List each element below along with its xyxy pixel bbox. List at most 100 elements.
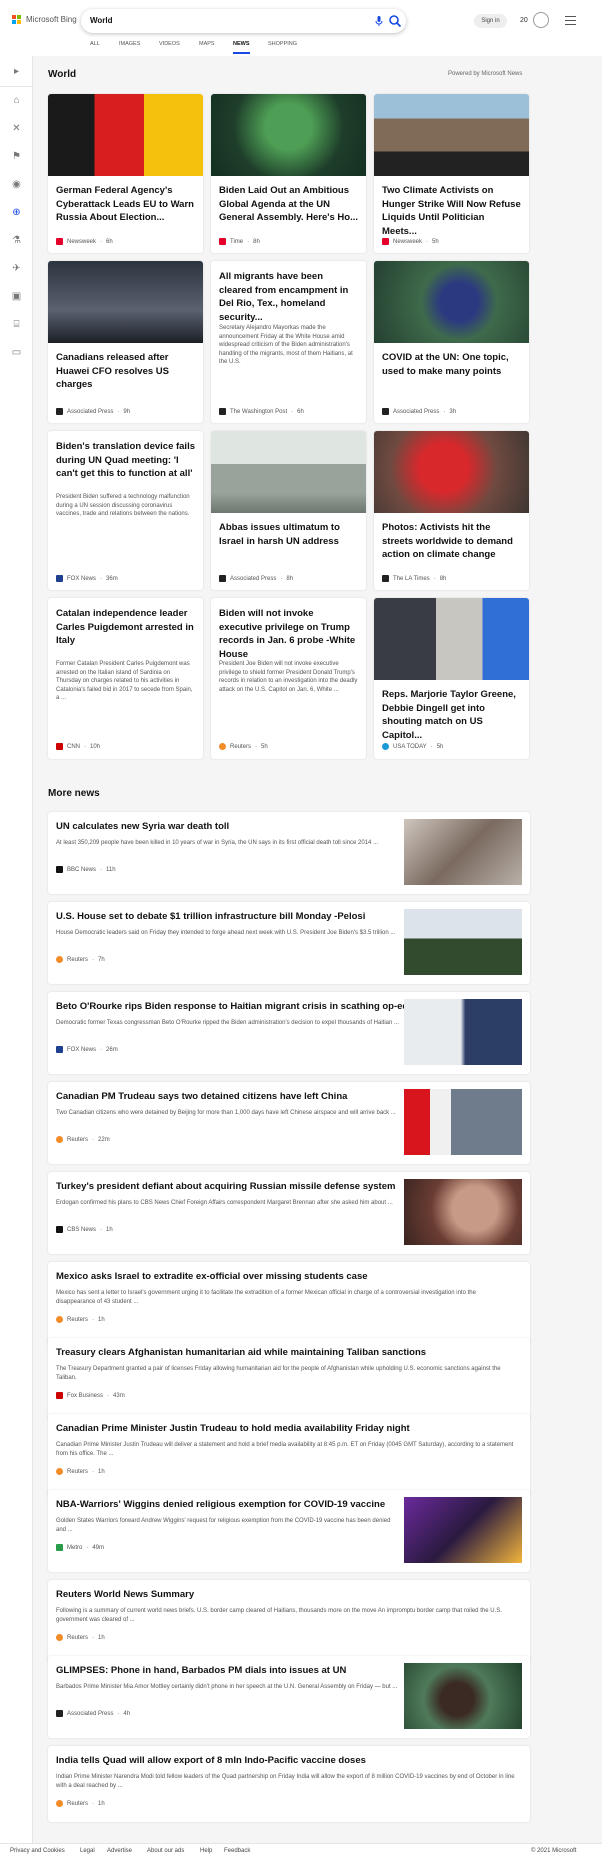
item-title[interactable]: Canadian Prime Minister Justin Trudeau t… — [56, 1423, 446, 1435]
item-thumbnail[interactable] — [404, 909, 522, 975]
more-news-item[interactable]: Beto O'Rourke rips Biden response to Hai… — [48, 992, 530, 1074]
tab-videos[interactable]: VIDEOS — [159, 41, 180, 47]
card-title[interactable]: Biden Laid Out an Ambitious Global Agend… — [219, 184, 358, 225]
card-image — [374, 94, 529, 176]
microphone-icon[interactable] — [373, 15, 385, 27]
item-title[interactable]: U.S. House set to debate $1 trillion inf… — [56, 911, 446, 923]
card-source: Reuters · 5h — [219, 743, 268, 750]
footer-link-feedback[interactable]: Feedback — [224, 1848, 250, 1854]
more-news-item[interactable]: GLIMPSES: Phone in hand, Barbados PM dia… — [48, 1656, 530, 1738]
card-title[interactable]: All migrants have been cleared from enca… — [219, 270, 358, 324]
card-title[interactable]: German Federal Agency's Cyberattack Lead… — [56, 184, 195, 225]
la-times-logo-icon — [382, 575, 389, 582]
item-source: Reuters · 22m — [56, 1136, 110, 1143]
item-title[interactable]: NBA-Warriors' Wiggins denied religious e… — [56, 1499, 446, 1511]
tab-images[interactable]: IMAGES — [119, 41, 140, 47]
powered-by-label[interactable]: Powered by Microsoft News — [448, 71, 522, 77]
item-title[interactable]: Reuters World News Summary — [56, 1589, 446, 1601]
more-news-item[interactable]: Canadian Prime Minister Justin Trudeau t… — [48, 1414, 530, 1496]
rewards-trophy-icon[interactable] — [533, 12, 549, 28]
business-icon[interactable]: ⌸ — [11, 319, 22, 330]
card-title[interactable]: Photos: Activists hit the streets worldw… — [382, 521, 521, 562]
more-news-item[interactable]: Treasury clears Afghanistan humanitarian… — [48, 1338, 530, 1420]
sports-icon[interactable]: ✕ — [11, 123, 22, 134]
rewards-count[interactable]: 20 — [520, 14, 528, 28]
item-title[interactable]: Treasury clears Afghanistan humanitarian… — [56, 1347, 446, 1359]
item-title[interactable]: Beto O'Rourke rips Biden response to Hai… — [56, 1001, 446, 1013]
card-image — [374, 598, 529, 680]
news-card[interactable]: Two Climate Activists on Hunger Strike W… — [374, 94, 529, 253]
item-snippet: Erdogan confirmed his plans to CBS News … — [56, 1200, 393, 1206]
tab-shopping[interactable]: SHOPPING — [268, 41, 297, 47]
footer-link-legal[interactable]: Legal — [80, 1848, 95, 1854]
footer-link-privacy[interactable]: Privacy and Cookies — [10, 1848, 65, 1854]
footer-link-help[interactable]: Help — [200, 1848, 212, 1854]
bing-logo[interactable]: Microsoft Bing — [12, 15, 77, 24]
more-news-item[interactable]: India tells Quad will allow export of 8 … — [48, 1746, 530, 1822]
item-title[interactable]: Turkey's president defiant about acquiri… — [56, 1181, 446, 1193]
card-title[interactable]: COVID at the UN: One topic, used to make… — [382, 351, 521, 378]
world-globe-icon[interactable]: ⊕ — [11, 207, 22, 218]
card-title[interactable]: Biden will not invoke executive privileg… — [219, 607, 358, 661]
hamburger-menu-icon[interactable] — [565, 16, 576, 26]
more-news-item[interactable]: Reuters World News Summary Following is … — [48, 1580, 530, 1662]
search-box[interactable]: World — [81, 9, 406, 33]
reuters-logo-icon — [56, 1468, 63, 1475]
more-news-item[interactable]: UN calculates new Syria war death toll A… — [48, 812, 530, 894]
sign-in-button[interactable]: Sign in — [474, 14, 507, 28]
news-card[interactable]: Canadians released after Huawei CFO reso… — [48, 261, 203, 423]
science-icon[interactable]: ⚗ — [11, 235, 22, 246]
news-card[interactable]: Biden's translation device fails during … — [48, 431, 203, 590]
news-card[interactable]: Catalan independence leader Carles Puigd… — [48, 598, 203, 759]
item-thumbnail[interactable] — [404, 999, 522, 1065]
more-news-item[interactable]: NBA-Warriors' Wiggins denied religious e… — [48, 1490, 530, 1572]
news-card[interactable]: Biden will not invoke executive privileg… — [211, 598, 366, 759]
home-icon[interactable]: ⌂ — [11, 95, 22, 106]
money-icon[interactable]: ▭ — [11, 347, 22, 358]
more-news-item[interactable]: Turkey's president defiant about acquiri… — [48, 1172, 530, 1254]
card-snippet: President Biden suffered a technology ma… — [56, 494, 190, 517]
footer-link-advertise[interactable]: Advertise — [107, 1848, 132, 1854]
us-location-icon[interactable]: ◉ — [11, 179, 22, 190]
card-title[interactable]: Biden's translation device fails during … — [56, 440, 195, 481]
politics-flag-icon[interactable]: ⚑ — [11, 151, 22, 162]
tab-maps[interactable]: MAPS — [199, 41, 215, 47]
item-title[interactable]: UN calculates new Syria war death toll — [56, 821, 446, 833]
card-title[interactable]: Reps. Marjorie Taylor Greene, Debbie Din… — [382, 688, 521, 742]
item-thumbnail[interactable] — [404, 1179, 522, 1245]
news-card[interactable]: COVID at the UN: One topic, used to make… — [374, 261, 529, 423]
search-input[interactable]: World — [90, 16, 113, 25]
more-news-item[interactable]: Canadian PM Trudeau says two detained ci… — [48, 1082, 530, 1164]
item-thumbnail[interactable] — [404, 819, 522, 885]
item-source: Reuters · 1h — [56, 1634, 105, 1641]
washington-post-logo-icon — [219, 408, 226, 415]
item-thumbnail[interactable] — [404, 1497, 522, 1563]
item-title[interactable]: Mexico asks Israel to extradite ex-offic… — [56, 1271, 446, 1283]
card-title[interactable]: Two Climate Activists on Hunger Strike W… — [382, 184, 521, 238]
entertainment-icon[interactable]: ▣ — [11, 291, 22, 302]
item-thumbnail[interactable] — [404, 1089, 522, 1155]
more-news-item[interactable]: U.S. House set to debate $1 trillion inf… — [48, 902, 530, 984]
technology-rocket-icon[interactable]: ✈ — [11, 263, 22, 274]
footer-link-about-ads[interactable]: About our ads — [147, 1848, 184, 1854]
card-title[interactable]: Abbas issues ultimatum to Israel in hars… — [219, 521, 358, 548]
card-title[interactable]: Canadians released after Huawei CFO reso… — [56, 351, 195, 392]
item-title[interactable]: India tells Quad will allow export of 8 … — [56, 1755, 446, 1767]
news-card[interactable]: All migrants have been cleared from enca… — [211, 261, 366, 423]
tab-all[interactable]: ALL — [90, 41, 100, 47]
cbs-news-logo-icon — [56, 1226, 63, 1233]
item-thumbnail[interactable] — [404, 1663, 522, 1729]
item-title[interactable]: GLIMPSES: Phone in hand, Barbados PM dia… — [56, 1665, 446, 1677]
news-card[interactable]: Biden Laid Out an Ambitious Global Agend… — [211, 94, 366, 253]
search-icon[interactable] — [388, 14, 402, 28]
more-news-item[interactable]: Mexico asks Israel to extradite ex-offic… — [48, 1262, 530, 1344]
item-title[interactable]: Canadian PM Trudeau says two detained ci… — [56, 1091, 446, 1103]
news-card[interactable]: Reps. Marjorie Taylor Greene, Debbie Din… — [374, 598, 529, 759]
tab-news[interactable]: NEWS — [233, 41, 250, 47]
news-card[interactable]: Photos: Activists hit the streets worldw… — [374, 431, 529, 590]
item-source: Metro · 49m — [56, 1544, 104, 1551]
news-card[interactable]: German Federal Agency's Cyberattack Lead… — [48, 94, 203, 253]
card-title[interactable]: Catalan independence leader Carles Puigd… — [56, 607, 195, 648]
news-card[interactable]: Abbas issues ultimatum to Israel in hars… — [211, 431, 366, 590]
expand-icon[interactable]: ▸ — [11, 66, 22, 77]
